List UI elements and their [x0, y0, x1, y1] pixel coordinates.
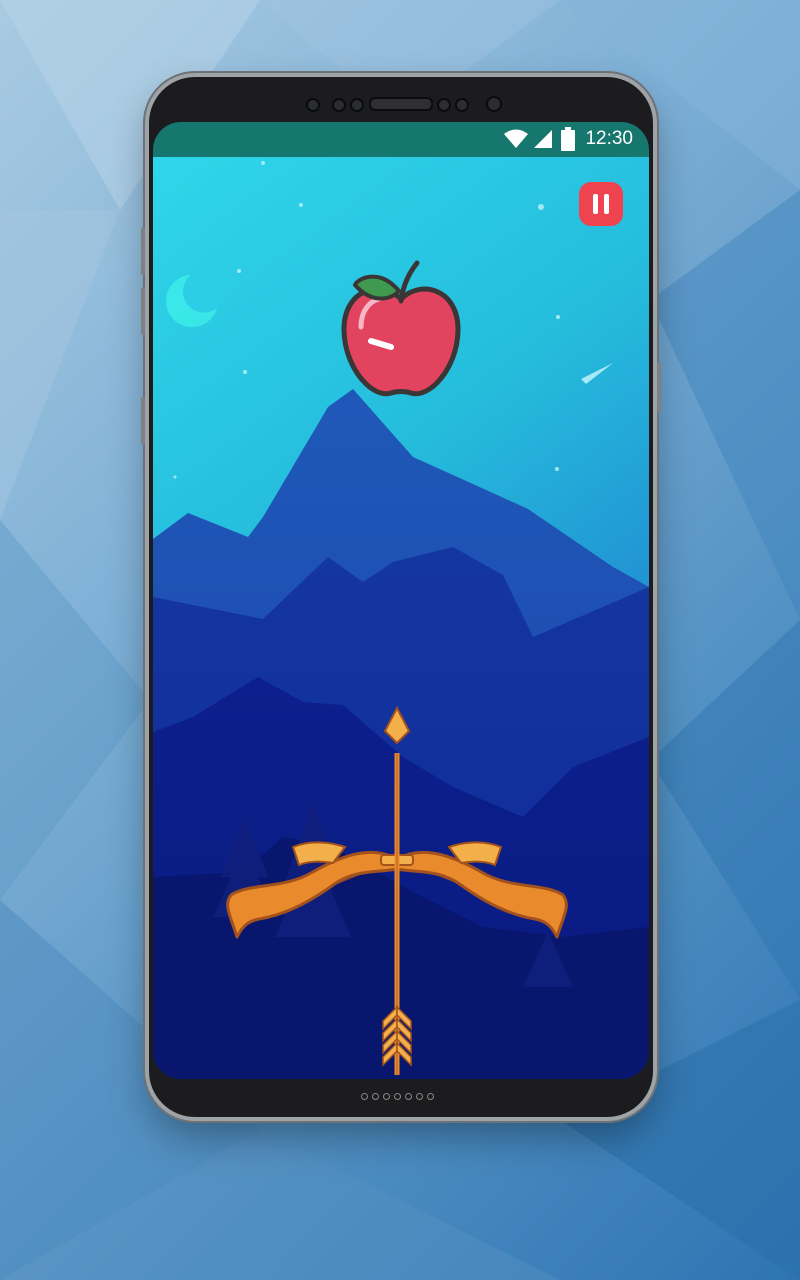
assistant-button: [141, 397, 145, 445]
wifi-icon: [504, 129, 528, 148]
volume-down-button: [141, 287, 145, 335]
sensor-dot: [306, 98, 320, 112]
screen: 12:30: [153, 122, 649, 1079]
battery-icon: [561, 127, 575, 151]
pause-icon: [593, 194, 609, 214]
power-button: [657, 362, 661, 412]
status-bar: 12:30: [153, 122, 649, 157]
game-scene: [153, 157, 649, 1079]
phone-frame: 12:30: [141, 77, 661, 1117]
earpiece: [369, 97, 433, 111]
sensor-dot: [350, 98, 364, 112]
status-time: 12:30: [585, 128, 633, 149]
signal-icon: [534, 130, 552, 148]
sensor-dot: [455, 98, 469, 112]
sensor-dot: [332, 98, 346, 112]
home-indicator: [361, 1093, 434, 1100]
front-camera: [486, 96, 502, 112]
sensor-dot: [437, 98, 451, 112]
volume-up-button: [141, 227, 145, 275]
pause-button[interactable]: [579, 182, 623, 226]
